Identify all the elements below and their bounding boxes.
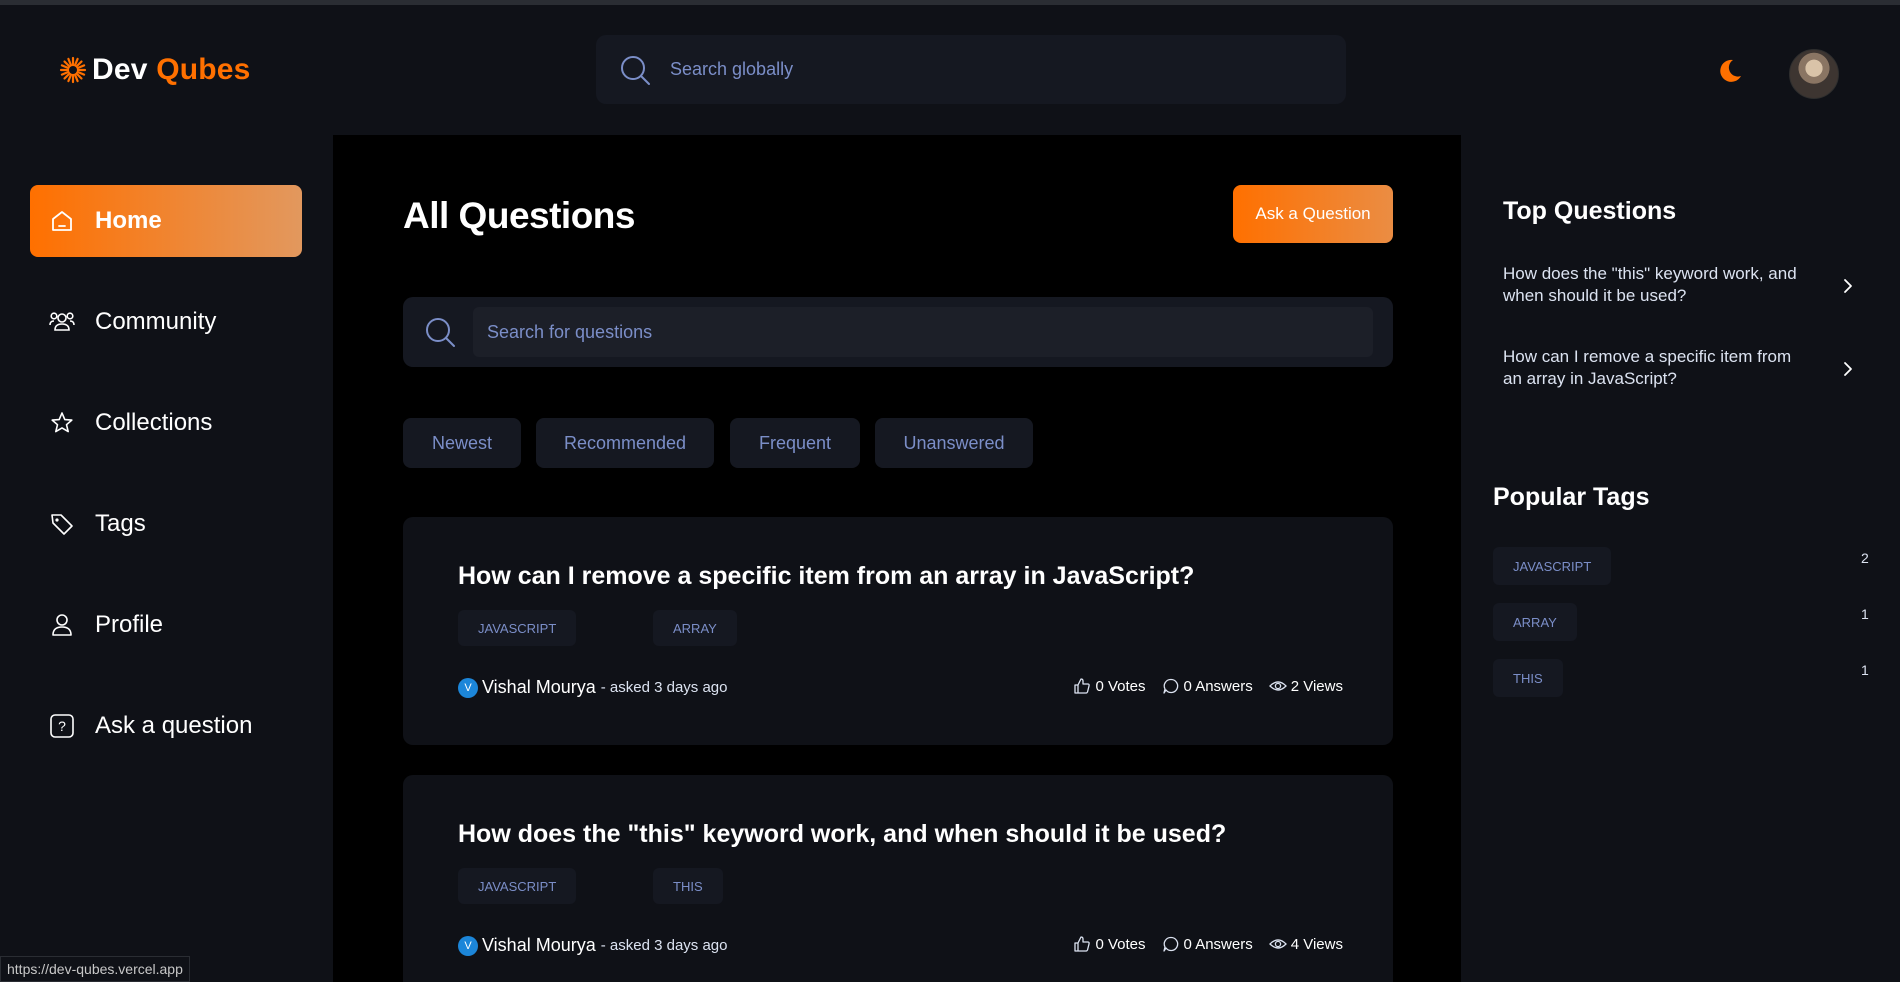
tag-count: 1 (1861, 662, 1869, 678)
user-avatar[interactable] (1789, 49, 1839, 99)
global-search-bar (596, 35, 1346, 104)
tag-count: 2 (1861, 550, 1869, 566)
top-questions-title: Top Questions (1503, 197, 1677, 225)
header: Dev Qubes (0, 5, 1900, 135)
sidebar-item-label: Collections (95, 409, 213, 436)
question-card: How does the "this" keyword work, and wh… (403, 775, 1393, 982)
views-count: 4 Views (1290, 935, 1343, 953)
sidebar-item-label: Home (95, 207, 162, 234)
eye-icon (1268, 681, 1287, 691)
sidebar-item-community[interactable]: Community (30, 286, 302, 358)
logo-word-qubes: Qubes (156, 53, 251, 86)
page-title: All Questions (403, 195, 635, 236)
eye-icon (1268, 939, 1287, 949)
main-content: All Questions Ask a Question Newest Reco… (333, 135, 1461, 982)
answers-stat: 0 Answers (1162, 935, 1253, 953)
left-sidebar: Home Community Collections Tags Profile (0, 135, 333, 982)
svg-text:?: ? (58, 718, 66, 734)
message-icon (1162, 678, 1178, 694)
question-title[interactable]: How can I remove a specific item from an… (458, 562, 1194, 591)
views-stat: 2 Views (1268, 677, 1343, 695)
author-avatar: V (458, 935, 478, 956)
question-author[interactable]: V Vishal Mourya - asked 3 days ago (458, 677, 727, 698)
votes-count: 0 Votes (1095, 935, 1146, 953)
views-stat: 4 Views (1268, 935, 1343, 953)
question-search-field (473, 307, 1373, 357)
tag-icon (51, 514, 73, 535)
question-card: How can I remove a specific item from an… (403, 517, 1393, 745)
chevron-right-icon[interactable] (1839, 277, 1857, 295)
top-question-item[interactable]: How does the "this" keyword work, and wh… (1503, 263, 1803, 307)
sidebar-item-ask-question[interactable]: ? Ask a question (30, 690, 302, 762)
question-tag[interactable]: ARRAY (653, 610, 737, 646)
filter-recommended[interactable]: Recommended (536, 418, 714, 468)
question-stats: 0 Votes 0 Answers 4 Views (1053, 935, 1343, 953)
popular-tags-title: Popular Tags (1493, 483, 1650, 511)
author-avatar: V (458, 677, 478, 698)
user-icon (52, 614, 72, 636)
tag-count: 1 (1861, 606, 1869, 622)
question-search-input[interactable] (487, 321, 1347, 343)
popular-tag[interactable]: JAVASCRIPT (1493, 547, 1612, 585)
top-question-item[interactable]: How can I remove a specific item from an… (1503, 346, 1803, 390)
filter-unanswered[interactable]: Unanswered (875, 418, 1033, 468)
answers-count: 0 Answers (1183, 935, 1253, 953)
answers-stat: 0 Answers (1162, 677, 1253, 695)
author-name: Vishal Mourya (482, 677, 596, 697)
search-icon (426, 318, 455, 347)
question-icon: ? (50, 714, 74, 738)
question-title[interactable]: How does the "this" keyword work, and wh… (458, 820, 1226, 849)
question-tag[interactable]: JAVASCRIPT (458, 610, 577, 646)
views-count: 2 Views (1290, 677, 1343, 695)
votes-stat: 0 Votes (1073, 935, 1146, 953)
question-stats: 0 Votes 0 Answers 2 Views (1053, 677, 1343, 695)
home-icon (52, 211, 72, 231)
logo-text: Dev Qubes (92, 53, 251, 87)
asked-time: - asked 3 days ago (600, 937, 728, 954)
asked-time: - asked 3 days ago (600, 679, 728, 696)
votes-count: 0 Votes (1095, 677, 1146, 695)
star-icon (51, 412, 73, 433)
filter-frequent[interactable]: Frequent (730, 418, 860, 468)
author-name: Vishal Mourya (482, 935, 596, 955)
users-icon (49, 312, 75, 331)
right-sidebar: Top Questions How does the "this" keywor… (1461, 135, 1900, 982)
question-author[interactable]: V Vishal Mourya - asked 3 days ago (458, 935, 727, 956)
logo-icon (59, 56, 87, 84)
votes-stat: 0 Votes (1073, 677, 1146, 695)
sidebar-item-label: Tags (95, 510, 146, 537)
popular-tag[interactable]: THIS (1493, 659, 1563, 697)
sidebar-item-label: Ask a question (95, 712, 253, 739)
popular-tag[interactable]: ARRAY (1493, 603, 1577, 641)
sidebar-item-collections[interactable]: Collections (30, 387, 302, 459)
sidebar-item-home[interactable]: Home (30, 185, 302, 257)
like-icon (1074, 936, 1091, 952)
answers-count: 0 Answers (1183, 677, 1253, 695)
sidebar-item-label: Community (95, 308, 217, 335)
filter-newest[interactable]: Newest (403, 418, 521, 468)
question-tag[interactable]: THIS (653, 868, 723, 904)
logo[interactable]: Dev Qubes (58, 53, 251, 87)
message-icon (1162, 936, 1178, 952)
sidebar-item-profile[interactable]: Profile (30, 589, 302, 661)
search-icon (621, 55, 650, 85)
question-search-bar (403, 297, 1393, 367)
like-icon (1074, 678, 1091, 694)
global-search-input[interactable] (670, 59, 1290, 80)
question-tag[interactable]: JAVASCRIPT (458, 868, 577, 904)
status-bar-url: https://dev-qubes.vercel.app (0, 956, 190, 982)
moon-icon[interactable] (1716, 57, 1744, 85)
chevron-right-icon[interactable] (1839, 360, 1857, 378)
sidebar-item-tags[interactable]: Tags (30, 488, 302, 560)
sidebar-item-label: Profile (95, 611, 164, 638)
ask-question-button[interactable]: Ask a Question (1233, 185, 1393, 243)
logo-word-dev: Dev (92, 53, 148, 86)
